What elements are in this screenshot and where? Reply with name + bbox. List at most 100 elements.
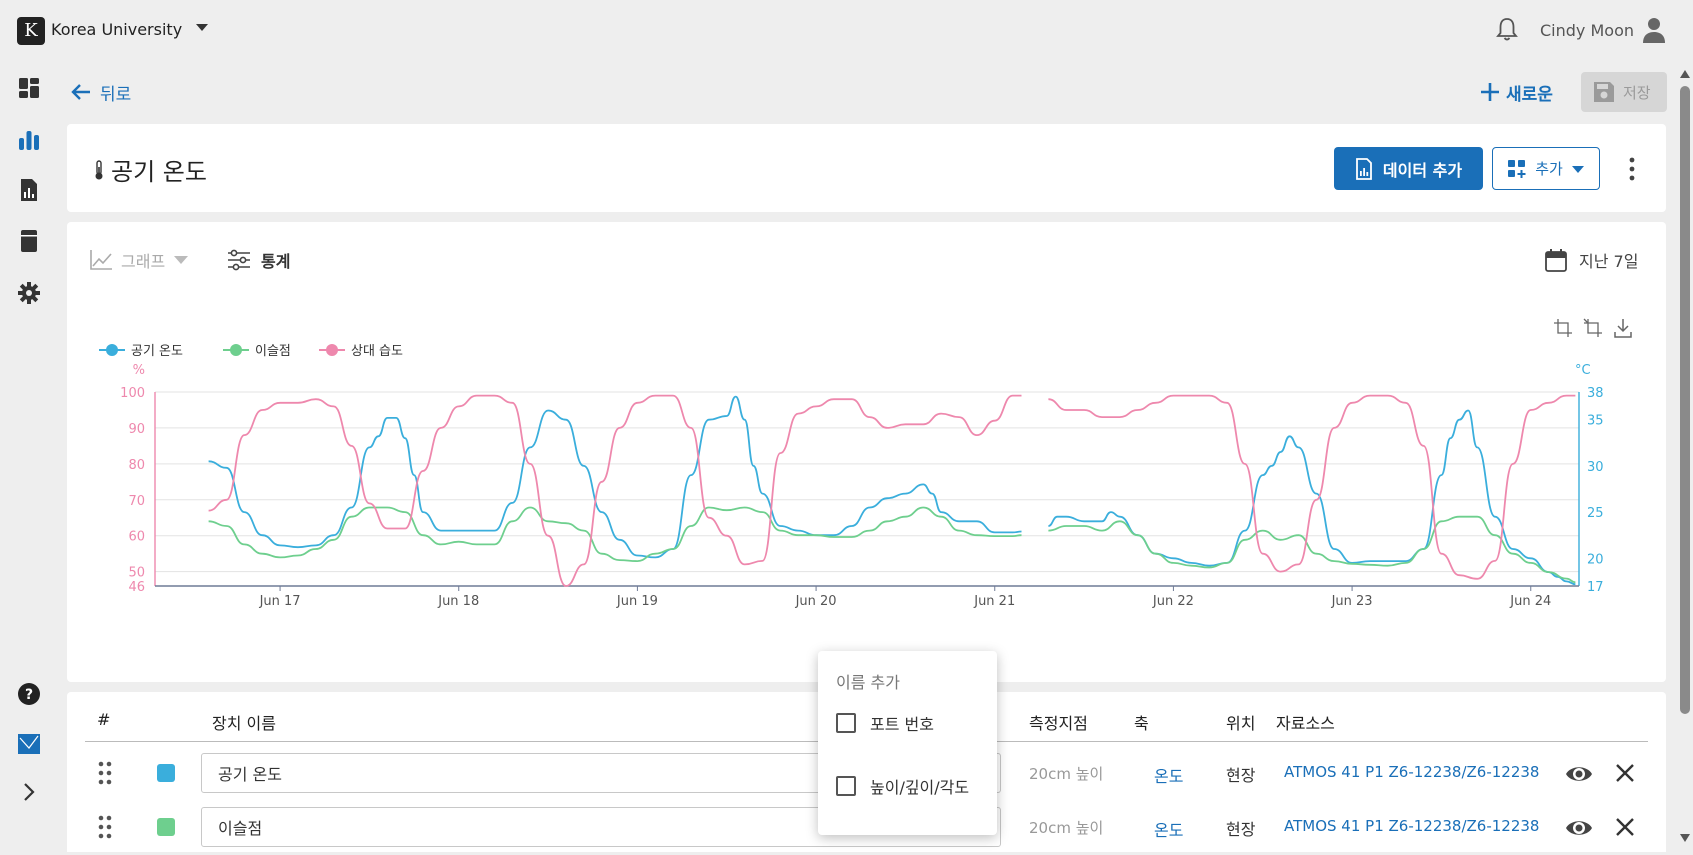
measure-height: 20cm 높이 — [1029, 765, 1104, 783]
add-data-button[interactable]: 데이터 추가 — [1334, 147, 1483, 190]
popup-title: 이름 추가 — [836, 673, 900, 692]
map-icon[interactable] — [17, 732, 41, 756]
device-icon[interactable] — [17, 229, 41, 253]
height-depth-angle-option[interactable]: 높이/깊이/각도 — [836, 773, 969, 799]
line-chart[interactable]: 4650 60 70 80 90 100 17 20 25 30 35 38% °C Jun 17 Jun … — [67, 342, 1666, 672]
y-left-tick-label: 100 — [120, 386, 145, 401]
sliders-icon — [228, 249, 250, 271]
zoom-select-icon[interactable] — [1553, 318, 1573, 338]
x-tick-label: Jun 22 — [1152, 594, 1194, 609]
series-color-swatch[interactable] — [157, 818, 175, 836]
series-line[interactable] — [208, 395, 1022, 559]
legend-label[interactable]: 이슬점 — [255, 344, 291, 359]
settings-icon[interactable] — [17, 281, 41, 305]
date-range-picker[interactable]: 지난 7일 — [1545, 248, 1638, 272]
series-line[interactable] — [1048, 409, 1576, 586]
page-scrollbar[interactable] — [1677, 62, 1693, 852]
series-line[interactable] — [208, 394, 1022, 587]
back-link[interactable]: 뒤로 — [70, 80, 132, 105]
user-avatar-icon[interactable] — [1642, 16, 1666, 44]
col-header-measure-point: 측정지점 — [1029, 714, 1088, 733]
source-link[interactable]: ATMOS 41 P1 Z6-12238/Z6-12238 — [1284, 763, 1539, 781]
series-line[interactable] — [208, 506, 1022, 563]
save-label: 저장 — [1623, 83, 1651, 102]
legend-marker[interactable] — [230, 344, 242, 356]
col-header-location: 위치 — [1226, 714, 1256, 733]
port-number-checkbox[interactable] — [836, 713, 856, 733]
help-icon[interactable]: ? — [17, 682, 41, 706]
widget-header-card: 공기 온도 데이터 추가 추가 — [67, 124, 1666, 212]
user-name[interactable]: Cindy Moon — [1540, 21, 1634, 40]
y-left-tick-label: 90 — [128, 422, 145, 437]
download-icon[interactable] — [1613, 318, 1633, 338]
notification-bell-icon[interactable] — [1496, 16, 1518, 42]
thermometer-icon — [95, 159, 103, 179]
legend-label[interactable]: 상대 습도 — [351, 344, 403, 359]
port-number-label: 포트 번호 — [870, 715, 934, 734]
caret-down-icon — [174, 256, 189, 264]
col-header-device-name: 장치 이름 — [212, 714, 276, 733]
visibility-eye-icon[interactable] — [1565, 815, 1593, 841]
col-header-axis: 축 — [1134, 714, 1149, 733]
drag-handle-icon[interactable] — [97, 814, 113, 840]
location-text: 현장 — [1226, 820, 1256, 839]
save-button[interactable]: 저장 — [1581, 72, 1667, 112]
new-button[interactable]: 새로운 — [1480, 78, 1553, 106]
statistics-button[interactable]: 통계 — [227, 248, 290, 272]
graph-label: 그래프 — [121, 252, 166, 271]
legend-marker[interactable] — [326, 344, 338, 356]
add-widget-icon — [1508, 159, 1526, 178]
drag-handle-icon[interactable] — [97, 760, 113, 786]
height-depth-angle-checkbox[interactable] — [836, 776, 856, 796]
scroll-down-arrow-icon[interactable] — [1680, 834, 1690, 842]
dashboard-icon[interactable] — [17, 76, 41, 100]
y-left-tick-label: 70 — [128, 494, 145, 509]
visibility-eye-icon[interactable] — [1565, 761, 1593, 787]
x-tick-label: Jun 18 — [437, 594, 479, 609]
add-report-icon — [1356, 157, 1372, 180]
y-right-tick-label: 30 — [1587, 460, 1604, 475]
scroll-thumb[interactable] — [1680, 86, 1690, 714]
more-options-icon[interactable] — [1622, 156, 1642, 182]
widget-title: 공기 온도 — [93, 152, 207, 187]
y-right-tick-label: 35 — [1587, 414, 1604, 429]
scroll-up-arrow-icon[interactable] — [1680, 70, 1690, 78]
chart-toolbox — [1553, 318, 1633, 338]
axis-link[interactable]: 온도 — [1154, 817, 1183, 841]
legend-label[interactable]: 공기 온도 — [131, 344, 183, 359]
bar-chart-icon[interactable] — [17, 128, 41, 152]
source-link[interactable]: ATMOS 41 P1 Z6-12238/Z6-12238 — [1284, 817, 1539, 835]
add-widget-dropdown[interactable]: 추가 — [1492, 147, 1600, 190]
widget-title-text: 공기 온도 — [111, 158, 207, 186]
x-tick-label: Jun 23 — [1331, 594, 1373, 609]
report-icon[interactable] — [17, 178, 41, 202]
axis-link[interactable]: 온도 — [1154, 763, 1183, 787]
chart-card: 그래프 통계 지난 7일 46 50 60 70 80 90 100 17 20… — [67, 222, 1666, 682]
line-chart-icon — [90, 250, 112, 270]
back-label: 뒤로 — [100, 84, 132, 105]
location-text: 현장 — [1226, 766, 1256, 785]
new-label: 새로운 — [1506, 84, 1553, 105]
y-left-unit: % — [133, 363, 145, 378]
remove-series-icon[interactable] — [1615, 817, 1635, 837]
org-dropdown-caret-icon[interactable] — [196, 24, 208, 31]
x-tick-label: Jun 20 — [795, 594, 837, 609]
series-color-swatch[interactable] — [157, 764, 175, 782]
y-left-tick-label: 46 — [128, 580, 145, 595]
remove-series-icon[interactable] — [1615, 763, 1635, 783]
port-number-option[interactable]: 포트 번호 — [836, 710, 934, 736]
zoom-reset-icon[interactable] — [1583, 318, 1603, 338]
x-tick-label: Jun 24 — [1509, 594, 1551, 609]
expand-sidebar-icon[interactable] — [17, 780, 41, 804]
legend-marker[interactable] — [106, 344, 118, 356]
add-label: 추가 — [1535, 160, 1563, 178]
org-logo: K — [17, 17, 45, 45]
org-name[interactable]: Korea University — [51, 20, 182, 39]
series-line[interactable] — [1048, 515, 1576, 584]
chevron-down-icon — [1571, 165, 1584, 173]
plus-icon — [1481, 83, 1499, 101]
graph-type-dropdown[interactable]: 그래프 — [89, 248, 189, 272]
col-header-number: # — [97, 710, 111, 729]
y-right-tick-label: 17 — [1587, 580, 1604, 595]
top-bar: K Korea University Cindy Moon — [0, 0, 1693, 62]
